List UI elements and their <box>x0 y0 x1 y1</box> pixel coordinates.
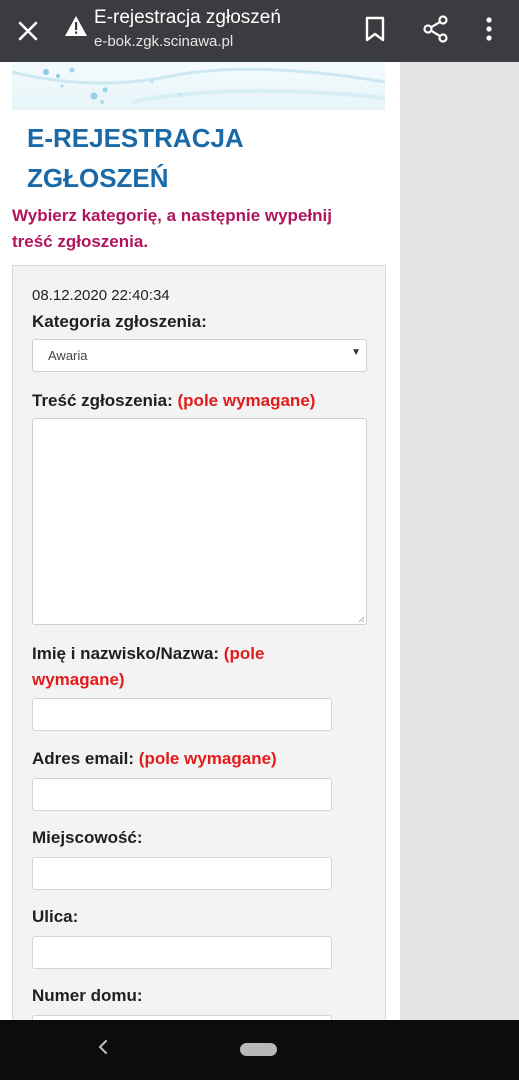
more-vert-icon[interactable] <box>478 14 500 44</box>
form-timestamp: 08.12.2020 22:40:34 <box>32 287 170 304</box>
name-label: Imię i nazwisko/Nazwa: (pole wymagane) <box>32 641 332 693</box>
email-label-text: Adres email: <box>32 749 135 768</box>
email-label: Adres email: (pole wymagane) <box>32 746 332 772</box>
street-input[interactable] <box>32 936 332 969</box>
city-label: Miejscowość: <box>32 828 143 847</box>
report-form: 08.12.2020 22:40:34 Kategoria zgłoszenia… <box>12 265 386 1020</box>
header-banner <box>12 62 385 110</box>
water-drops-decoration <box>12 67 385 104</box>
required-note: (pole wymagane) <box>138 749 277 768</box>
dropdown-arrow-icon: ▼ <box>351 347 361 358</box>
bookmark-icon[interactable] <box>363 15 387 43</box>
back-icon[interactable] <box>96 1039 110 1055</box>
home-pill[interactable] <box>240 1043 277 1056</box>
warning-icon <box>65 16 87 36</box>
name-input[interactable] <box>32 698 332 731</box>
category-selected-value: Awaria <box>48 348 88 363</box>
share-icon[interactable] <box>422 15 450 43</box>
city-input[interactable] <box>32 857 332 890</box>
resize-grip-icon[interactable] <box>358 616 365 623</box>
category-select[interactable]: Awaria ▼ <box>32 339 367 372</box>
intro-text: Wybierz kategorię, a następnie wypełnij … <box>12 206 332 251</box>
name-label-text: Imię i nazwisko/Nazwa: <box>32 644 220 663</box>
browser-toolbar: E-rejestracja zgłoszeń e-bok.zgk.scinawa… <box>0 0 519 62</box>
page-side-gutter <box>400 62 519 1020</box>
category-label: Kategoria zgłoszenia: <box>32 312 207 331</box>
street-label: Ulica: <box>32 907 79 926</box>
content-textarea[interactable] <box>32 418 367 625</box>
house-number-label: Numer domu: <box>32 986 143 1005</box>
close-icon[interactable] <box>14 17 42 45</box>
required-note: (pole wymagane) <box>177 391 316 410</box>
content-label: Treść zgłoszenia: (pole wymagane) <box>32 388 332 414</box>
page-title: E-rejestracja zgłoszeń <box>94 7 281 28</box>
page-url[interactable]: e-bok.zgk.scinawa.pl <box>94 33 233 50</box>
content-label-text: Treść zgłoszenia: <box>32 391 173 410</box>
email-input[interactable] <box>32 778 332 811</box>
system-nav-bar <box>0 1020 519 1080</box>
page-heading: E-REJESTRACJA ZGŁOSZEŃ <box>27 123 243 193</box>
web-page: E-REJESTRACJA ZGŁOSZEŃ Wybierz kategorię… <box>0 62 400 1020</box>
